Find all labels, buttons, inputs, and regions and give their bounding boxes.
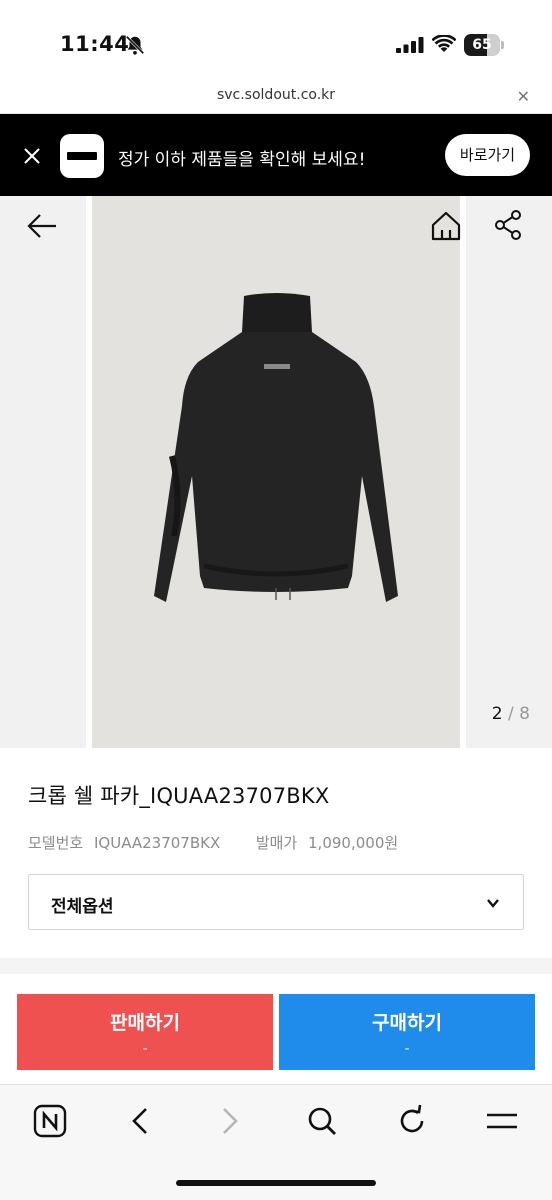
back-arrow-icon[interactable] [26, 212, 58, 240]
status-bar: 11:44 65 [0, 0, 552, 84]
sell-button-price: - [142, 1041, 148, 1057]
banner-message: 정가 이하 제품들을 확인해 보세요! [118, 150, 366, 170]
app-logo [60, 134, 104, 178]
image-page-counter: 2 / 8 [492, 704, 530, 724]
jacket-illustration [154, 293, 398, 602]
section-divider [0, 958, 552, 974]
share-icon[interactable] [494, 210, 522, 240]
menu-icon[interactable] [484, 1103, 520, 1139]
product-meta: 모델번호 IQUAA23707BKX 발매가 1,090,000원 [28, 832, 404, 853]
next-image-peek[interactable] [466, 196, 552, 748]
url-text[interactable]: svc.soldout.co.kr [0, 87, 552, 103]
close-icon[interactable] [22, 146, 42, 166]
chevron-down-icon [487, 899, 499, 908]
model-value: IQUAA23707BKX [93, 834, 221, 852]
browser-back-icon[interactable] [122, 1103, 158, 1139]
close-icon[interactable]: ✕ [517, 87, 530, 106]
address-bar[interactable]: svc.soldout.co.kr ✕ [0, 84, 552, 114]
product-title: 크롭 쉘 파카_IQUAA23707BKX [28, 784, 330, 808]
buy-button-price: - [404, 1041, 410, 1057]
prev-image-peek[interactable] [0, 196, 86, 748]
option-select[interactable]: 전체옵션 [28, 874, 524, 930]
wifi-icon [432, 35, 456, 52]
option-label: 전체옵션 [51, 897, 114, 917]
reload-icon[interactable] [394, 1103, 430, 1139]
product-info: 크롭 쉘 파카_IQUAA23707BKX [28, 780, 528, 810]
banner-go-button[interactable]: 바로가기 [445, 134, 530, 176]
battery-icon: 65 [464, 34, 504, 56]
signal-icon [396, 37, 424, 53]
sell-button[interactable]: 판매하기 - [17, 994, 273, 1070]
product-image[interactable] [92, 196, 460, 748]
page-total: 8 [519, 704, 530, 724]
buy-button-label: 구매하기 [372, 1012, 442, 1034]
search-icon[interactable] [304, 1103, 340, 1139]
release-price-value: 1,090,000원 [308, 834, 399, 852]
buy-button[interactable]: 구매하기 - [279, 994, 535, 1070]
naver-icon[interactable] [32, 1103, 68, 1139]
bell-slash-icon [125, 35, 145, 55]
page-separator: / [508, 704, 514, 724]
model-label: 모델번호 [28, 834, 84, 852]
battery-level: 65 [472, 37, 492, 53]
page-current: 2 [491, 704, 503, 724]
app-banner: 정가 이하 제품들을 확인해 보세요! 바로가기 [0, 114, 552, 196]
trade-action-bar: 판매하기 - 구매하기 - [0, 974, 552, 1084]
status-time: 11:44 [60, 32, 130, 56]
home-indicator[interactable] [176, 1180, 376, 1186]
sell-button-label: 판매하기 [110, 1012, 180, 1034]
home-icon[interactable] [430, 210, 462, 242]
product-gallery[interactable]: 2 / 8 [0, 196, 552, 748]
browser-forward-icon[interactable] [212, 1103, 248, 1139]
release-price-label: 발매가 [255, 834, 298, 852]
